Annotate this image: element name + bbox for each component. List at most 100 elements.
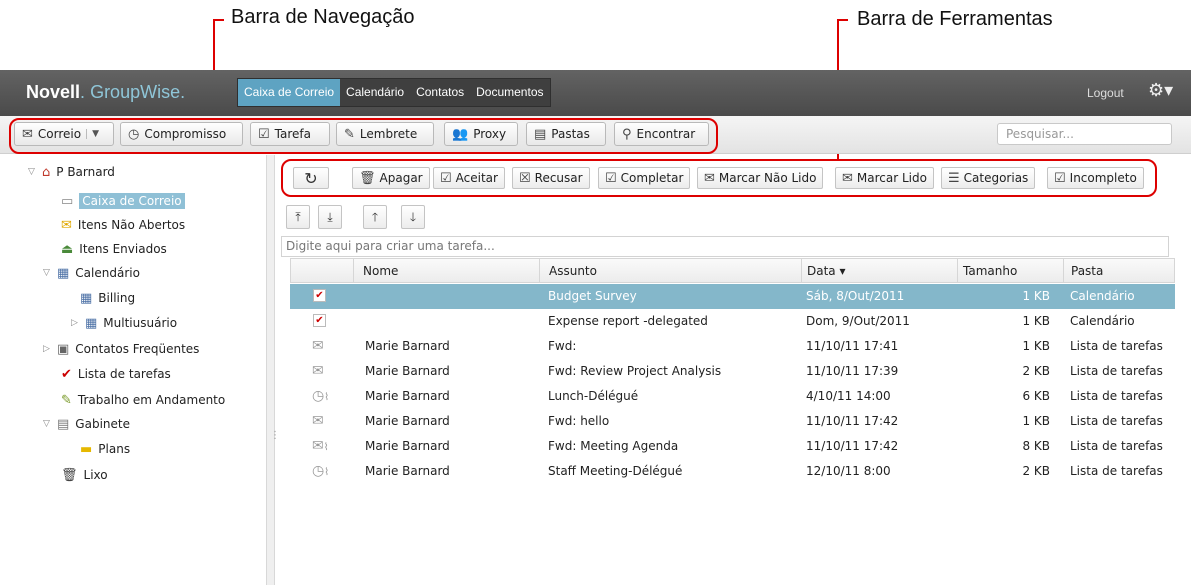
tab-contacts[interactable]: Contatos xyxy=(410,79,470,106)
row-date: Sáb, 8/Out/2011 xyxy=(806,289,905,303)
gear-icon[interactable]: ⚙▾ xyxy=(1148,80,1173,101)
table-row[interactable]: ◷⌇ Marie Barnard Staff Meeting-Délégué 12/1… xyxy=(290,459,1175,484)
mark-read-button[interactable]: ✉ Marcar Lido xyxy=(835,167,934,189)
table-row[interactable]: ✔ Budget Survey Sáb, 8/Out/2011 1 KB Calendá… xyxy=(290,284,1175,309)
table-header: Nome Assunto Data ▾ Tamanho Pasta xyxy=(290,258,1175,283)
pane-splitter[interactable] xyxy=(267,155,275,585)
proxy-button-label: Proxy xyxy=(473,127,507,141)
task-checkbox-icon[interactable]: ✔ xyxy=(313,314,326,327)
task-checkbox-icon[interactable]: ✔ xyxy=(313,289,326,302)
column-size[interactable]: Tamanho xyxy=(963,264,1017,278)
sidebar-item-sent[interactable]: ⏏ Itens Enviados xyxy=(61,242,167,256)
tree-user-root[interactable]: ▽ ⌂ P Barnard xyxy=(28,165,115,179)
folder-icon: ▬ xyxy=(80,441,93,457)
refresh-button[interactable]: ↻ xyxy=(293,167,329,189)
delete-button[interactable]: 🗑 Apagar xyxy=(352,167,430,189)
row-size: 1 KB xyxy=(1022,339,1050,353)
row-folder: Lista de tarefas xyxy=(1070,414,1163,428)
chevron-down-icon[interactable]: ▼ xyxy=(86,129,99,139)
search-input[interactable]: Pesquisar... xyxy=(997,123,1172,145)
expand-triangle-icon[interactable]: ▷ xyxy=(71,318,79,328)
find-button-label: Encontrar xyxy=(636,127,696,141)
categories-icon: ☰ xyxy=(948,170,960,186)
appointment-button[interactable]: ◷ Compromisso xyxy=(120,122,243,146)
collapse-triangle-icon[interactable]: ▽ xyxy=(43,419,51,429)
row-date: 11/10/11 17:41 xyxy=(806,339,899,353)
splitter-grip-icon[interactable]: ⋮ xyxy=(270,430,280,441)
find-button[interactable]: ⚲ Encontrar xyxy=(614,122,709,146)
envelope-icon: ✉ xyxy=(22,126,33,142)
tab-calendar[interactable]: Calendário xyxy=(340,79,410,106)
proxy-button[interactable]: 👥 Proxy xyxy=(444,122,518,146)
table-row[interactable]: ✉⌇ Marie Barnard Fwd: Meeting Agenda 11/10/… xyxy=(290,434,1175,459)
pencil-icon: ✎ xyxy=(344,126,355,142)
folders-button[interactable]: ▤ Pastas xyxy=(526,122,606,146)
row-name: Marie Barnard xyxy=(365,439,450,453)
row-date: 11/10/11 17:42 xyxy=(806,439,899,453)
row-subject: Staff Meeting-Délégué xyxy=(548,464,683,478)
row-subject: Budget Survey xyxy=(548,289,637,303)
sidebar-item-mailbox[interactable]: ▭ Caixa de Correio xyxy=(61,193,185,209)
categories-button[interactable]: ☰ Categorias xyxy=(941,167,1036,189)
brand-product: GroupWise. xyxy=(90,82,186,102)
complete-button[interactable]: ☑ Completar xyxy=(598,167,691,189)
attachment-icon: ⌇ xyxy=(324,392,330,403)
collapse-triangle-icon[interactable]: ▽ xyxy=(43,268,51,278)
sidebar-item-frequent-contacts[interactable]: ▷ ▣ Contatos Freqüentes xyxy=(43,342,199,356)
appointment-clock-icon: ◷⌇ xyxy=(312,388,330,404)
row-folder: Lista de tarefas xyxy=(1070,464,1163,478)
move-up-button[interactable]: 🡑 xyxy=(363,205,387,229)
tab-documents[interactable]: Documentos xyxy=(470,79,549,106)
mark-unread-button[interactable]: ✉ Marcar Não Lido xyxy=(697,167,824,189)
move-down-button[interactable]: 🡓 xyxy=(401,205,425,229)
row-name: Marie Barnard xyxy=(365,389,450,403)
move-bottom-button[interactable]: ⤓ xyxy=(318,205,342,229)
sidebar-item-unopened[interactable]: ✉ Itens Não Abertos xyxy=(61,218,185,232)
tab-mailbox[interactable]: Caixa de Correio xyxy=(238,79,341,106)
decline-button[interactable]: ☒ Recusar xyxy=(512,167,590,189)
calendar-icon: ▦ xyxy=(57,265,70,281)
incomplete-icon: ☑ xyxy=(1054,170,1066,186)
callout-nav-label: Barra de Navegação xyxy=(231,6,415,28)
mail-button[interactable]: ✉ Correio ▼ xyxy=(14,122,114,146)
address-book-icon: ▣ xyxy=(57,341,70,357)
column-folder[interactable]: Pasta xyxy=(1071,264,1103,278)
decline-icon: ☒ xyxy=(519,170,531,186)
draft-icon: ✎ xyxy=(61,392,72,408)
move-top-button[interactable]: ⤒ xyxy=(286,205,310,229)
reminder-button[interactable]: ✎ Lembrete xyxy=(336,122,434,146)
task-button[interactable]: ☑ Tarefa xyxy=(250,122,330,146)
row-date: 11/10/11 17:39 xyxy=(806,364,899,378)
sidebar-item-work-in-progress[interactable]: ✎ Trabalho em Andamento xyxy=(61,393,225,407)
row-folder: Lista de tarefas xyxy=(1070,389,1163,403)
expand-triangle-icon[interactable]: ▷ xyxy=(43,344,51,354)
table-row[interactable]: ✉ Marie Barnard Fwd: 11/10/11 17:41 1 KB List… xyxy=(290,334,1175,359)
row-size: 2 KB xyxy=(1022,364,1050,378)
collapse-triangle-icon[interactable]: ▽ xyxy=(28,167,36,177)
sidebar-item-billing[interactable]: ▦ Billing xyxy=(80,291,135,305)
row-size: 1 KB xyxy=(1022,414,1050,428)
sidebar-item-calendar[interactable]: ▽ ▦ Calendário xyxy=(43,266,140,280)
column-date[interactable]: Data ▾ xyxy=(807,264,846,278)
sidebar-item-cabinet[interactable]: ▽ ▤ Gabinete xyxy=(43,417,130,431)
sidebar-item-plans[interactable]: ▬ Plans xyxy=(80,442,130,456)
table-row[interactable]: ◷⌇ Marie Barnard Lunch-Délégué 4/10/11 14:0… xyxy=(290,384,1175,409)
sidebar-item-trash[interactable]: 🗑 Lixo xyxy=(61,468,108,482)
table-row[interactable]: ✔ Expense report -delegated Dom, 9/Out/201… xyxy=(290,309,1175,334)
incomplete-button[interactable]: ☑ Incompleto xyxy=(1047,167,1144,189)
clock-icon: ◷ xyxy=(128,126,140,142)
column-name[interactable]: Nome xyxy=(363,264,398,278)
row-size: 1 KB xyxy=(1022,289,1050,303)
quick-task-input[interactable]: Digite aqui para criar uma tarefa... xyxy=(281,236,1169,257)
sent-items-icon: ⏏ xyxy=(61,241,74,257)
row-subject: Fwd: hello xyxy=(548,414,610,428)
sidebar-item-multiuser[interactable]: ▷ ▦ Multiusuário xyxy=(71,316,177,330)
column-subject[interactable]: Assunto xyxy=(549,264,597,278)
accept-button[interactable]: ☑ Aceitar xyxy=(433,167,505,189)
table-row[interactable]: ✉ Marie Barnard Fwd: Review Project Analys… xyxy=(290,359,1175,384)
sidebar-item-task-list[interactable]: ✔ Lista de tarefas xyxy=(61,367,171,381)
logout-link[interactable]: Logout xyxy=(1087,86,1124,100)
table-row[interactable]: ✉ Marie Barnard Fwd: hello 11/10/11 17:42 1 … xyxy=(290,409,1175,434)
row-subject: Expense report -delegated xyxy=(548,314,708,328)
inbox-icon: ▭ xyxy=(61,193,74,209)
